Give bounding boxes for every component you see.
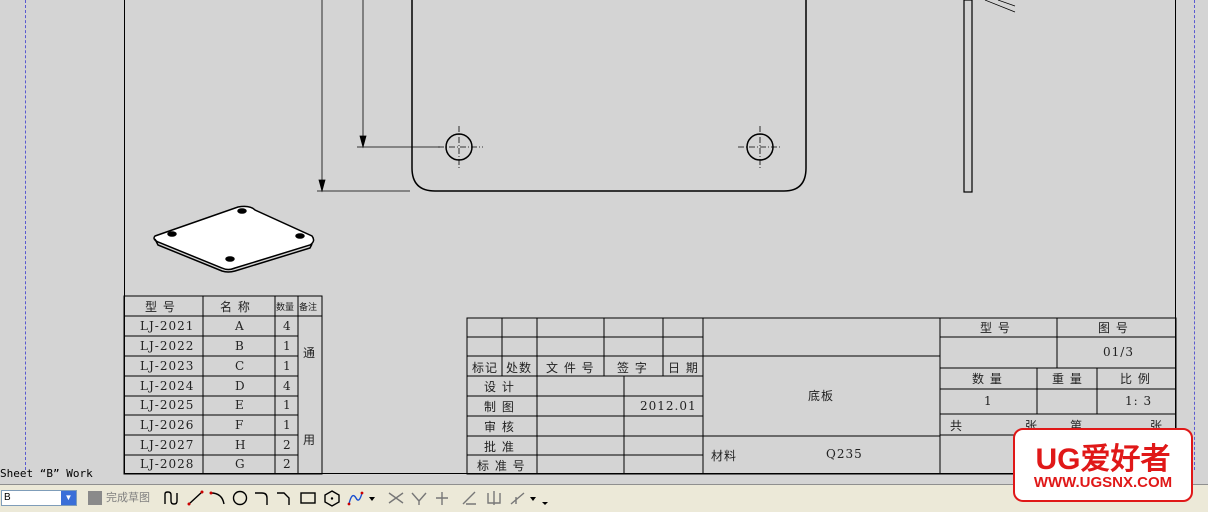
line-icon[interactable] xyxy=(186,489,206,507)
header-name: 名 称 xyxy=(220,300,251,314)
row-name: A xyxy=(235,319,245,333)
row-qty: 1 xyxy=(283,398,292,412)
sheet-work-label: Sheet “B” Work xyxy=(0,467,93,480)
role-design: 设 计 xyxy=(484,380,515,394)
row-model: LJ-2023 xyxy=(140,359,195,373)
row-model: LJ-2025 xyxy=(140,398,195,412)
mirror-curve-icon[interactable] xyxy=(484,489,504,507)
row-qty: 1 xyxy=(283,359,292,373)
row-model: LJ-2026 xyxy=(140,418,195,432)
dimension-lines xyxy=(317,0,440,193)
rev-header-sign: 签 字 xyxy=(617,361,648,375)
row-name: E xyxy=(235,398,245,412)
model-label: 型 号 xyxy=(980,321,1011,335)
row-model: LJ-2022 xyxy=(140,339,195,353)
weight-label: 重 量 xyxy=(1052,372,1083,386)
polygon-icon[interactable] xyxy=(322,489,342,507)
total-label: 共 xyxy=(950,419,964,433)
corner-icon[interactable] xyxy=(432,489,452,507)
role-draw: 制 图 xyxy=(484,400,515,414)
trim-icon[interactable] xyxy=(386,489,406,507)
row-qty: 4 xyxy=(283,319,292,333)
row-qty: 2 xyxy=(283,438,292,452)
row-model: LJ-2024 xyxy=(140,379,195,393)
row-qty: 1 xyxy=(283,418,292,432)
flag-icon xyxy=(88,491,102,506)
qty-label: 数 量 xyxy=(972,372,1003,386)
profile-icon[interactable] xyxy=(162,489,182,507)
watermark-logo: UG爱好者 WWW.UGSNX.COM xyxy=(1013,428,1193,502)
logo-text: UG爱好者 xyxy=(1035,443,1171,476)
part-name: 底板 xyxy=(808,389,835,403)
scale-value: 1: 3 xyxy=(1125,394,1153,408)
dropdown-arrow-icon[interactable] xyxy=(367,489,377,507)
rev-header-count: 处数 xyxy=(506,361,533,375)
front-view xyxy=(411,0,807,192)
sheet-select[interactable]: B ▼ xyxy=(1,490,77,506)
role-approve: 批 准 xyxy=(484,440,515,454)
remark-bottom: 用 xyxy=(303,433,317,447)
rectangle-icon[interactable] xyxy=(298,489,318,507)
finish-sketch-button[interactable]: 完成草图 xyxy=(88,490,150,506)
drawing-date: 2012.01 xyxy=(640,399,697,413)
finish-sketch-label: 完成草图 xyxy=(106,492,150,504)
center-lines xyxy=(438,126,782,168)
row-model: LJ-2028 xyxy=(140,457,195,471)
qty-value: 1 xyxy=(984,394,993,408)
header-model: 型 号 xyxy=(145,300,176,314)
header-remark: 备注 xyxy=(299,303,318,313)
row-name: G xyxy=(235,457,246,471)
drawing-no-label: 图 号 xyxy=(1098,321,1129,335)
row-qty: 1 xyxy=(283,339,292,353)
drawing-canvas[interactable]: 型 号 名 称 数量 备注 LJ-2021 A 4 LJ-2022 B 1 LJ… xyxy=(0,0,1208,484)
row-qty: 2 xyxy=(283,457,292,471)
row-model: LJ-2021 xyxy=(140,319,195,333)
extend-icon[interactable] xyxy=(409,489,429,507)
rev-header-mark: 标记 xyxy=(472,361,499,375)
material-value: Q235 xyxy=(826,447,863,461)
sheet-select-value: B xyxy=(4,492,11,503)
arc-icon[interactable] xyxy=(208,489,228,507)
row-qty: 4 xyxy=(283,379,292,393)
row-name: F xyxy=(235,418,245,432)
material-label: 材料 xyxy=(711,449,738,463)
logo-url: WWW.UGSNX.COM xyxy=(1033,474,1173,491)
role-review: 审 核 xyxy=(484,420,515,434)
row-name: D xyxy=(235,379,246,393)
chamfer-icon[interactable] xyxy=(274,489,294,507)
constraint-icon[interactable] xyxy=(508,489,528,507)
row-model: LJ-2027 xyxy=(140,438,195,452)
row-name: C xyxy=(235,359,246,373)
isometric-view xyxy=(153,205,315,273)
role-standard: 标 准 号 xyxy=(477,459,526,473)
scale-label: 比 例 xyxy=(1120,372,1151,386)
drawing-no: 01/3 xyxy=(1103,345,1134,359)
side-view xyxy=(963,0,1016,193)
rev-header-doc: 文 件 号 xyxy=(546,361,595,375)
spline-icon[interactable] xyxy=(346,489,366,507)
header-qty: 数量 xyxy=(276,303,295,313)
circle-icon[interactable] xyxy=(230,489,250,507)
rev-header-date: 日 期 xyxy=(668,361,699,375)
chevron-down-icon[interactable]: ▼ xyxy=(61,491,76,505)
toolbar-options-icon[interactable] xyxy=(540,489,550,507)
remark-top: 通 xyxy=(303,346,317,360)
offset-curve-icon[interactable] xyxy=(460,489,480,507)
dropdown-arrow-icon[interactable] xyxy=(528,489,538,507)
row-name: B xyxy=(235,339,245,353)
fillet-icon[interactable] xyxy=(252,489,272,507)
row-name: H xyxy=(235,438,247,452)
